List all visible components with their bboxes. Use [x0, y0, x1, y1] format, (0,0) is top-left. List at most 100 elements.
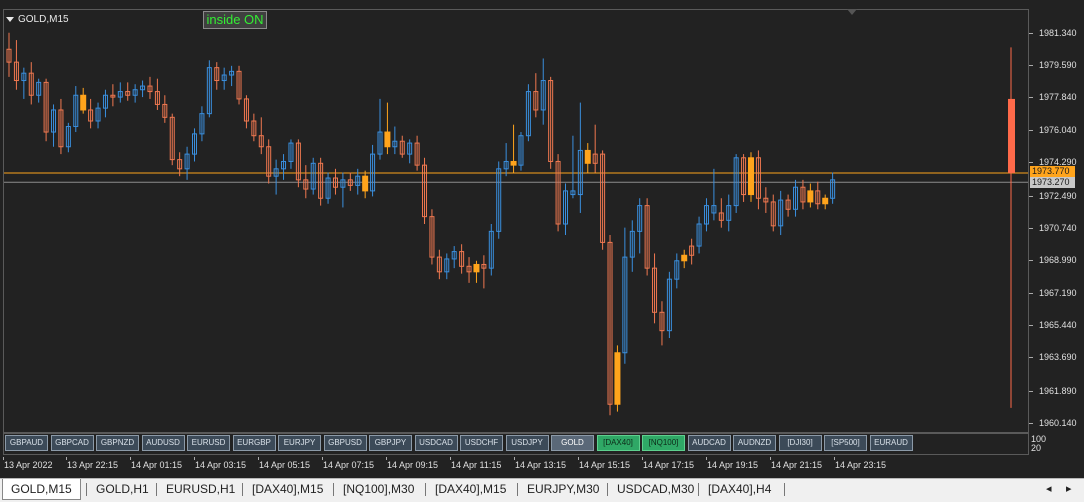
- tab-separator: [784, 483, 785, 496]
- symbol-button-gold[interactable]: GOLD: [551, 435, 594, 451]
- symbol-button-eurgbp[interactable]: EURGBP: [232, 435, 276, 451]
- price-label: 1965.440: [1039, 320, 1077, 331]
- price-tick: [1029, 130, 1033, 132]
- symbol-button-nq100[interactable]: [NQ100]: [642, 435, 685, 451]
- price-label: 1972.490: [1039, 190, 1077, 201]
- candle-body: [748, 157, 754, 196]
- symbol-button-audnzd[interactable]: AUDNZD: [733, 435, 776, 451]
- time-label: 14 Apr 13:15: [515, 460, 567, 470]
- chart-tab[interactable]: [NQ100],M30: [335, 481, 422, 498]
- chart-title-label: GOLD,M15: [18, 14, 69, 25]
- tab-separator: [517, 483, 518, 496]
- time-label: 14 Apr 23:15: [835, 460, 887, 470]
- chart-tab[interactable]: [DAX40],M15: [244, 481, 331, 498]
- time-label: 14 Apr 15:15: [579, 460, 631, 470]
- chart-tab[interactable]: EURJPY,M30: [519, 481, 607, 498]
- chart-tab-bar: GOLD,M15 GOLD,H1 EURUSD,H1 [DAX40],M15 [NQ10…: [0, 478, 1084, 502]
- price-tick: [1029, 162, 1033, 164]
- subwindow-axis-label: 20: [1031, 443, 1042, 453]
- symbol-button-euraud[interactable]: EURAUD: [869, 435, 913, 451]
- chart-tab[interactable]: GOLD,M15: [2, 479, 81, 500]
- price-tick: [1029, 357, 1033, 359]
- tab-separator: [156, 483, 157, 496]
- symbol-button-sp500[interactable]: [SP500]: [824, 435, 867, 451]
- time-label: 14 Apr 09:15: [387, 460, 439, 470]
- price-label: 1968.990: [1039, 254, 1077, 265]
- price-tick: [1029, 195, 1033, 197]
- price-label: 1977.840: [1039, 92, 1077, 103]
- chart-window[interactable]: GOLD,M15 inside ON 1981.340 1979.590 1977.…: [0, 0, 1084, 478]
- chart-shift-marker-icon[interactable]: [847, 9, 857, 15]
- symbol-button-gbpusd[interactable]: GBPUSD: [323, 435, 367, 451]
- candle-body: [510, 160, 517, 166]
- time-label: 14 Apr 01:15: [131, 460, 183, 470]
- time-axis: 13 Apr 2022 13 Apr 22:15 14 Apr 01:15 14 Ap…: [3, 457, 1029, 477]
- candle-body: [473, 263, 480, 273]
- price-label: 1970.740: [1039, 222, 1077, 233]
- symbol-button-gbpnzd[interactable]: GBPNZD: [96, 435, 139, 451]
- subwindow-axis: 100 20: [1031, 435, 1046, 453]
- ask-price-tag: 1973.770: [1030, 166, 1075, 178]
- symbol-button-gbpaud[interactable]: GBPAUD: [5, 435, 48, 451]
- candle-body: [362, 175, 369, 192]
- symbol-button-audcad[interactable]: AUDCAD: [687, 435, 731, 451]
- price-tick: [1029, 97, 1033, 99]
- price-label: 1976.040: [1039, 125, 1077, 136]
- symbol-button-usdjpy[interactable]: USDJPY: [505, 435, 549, 451]
- price-tick: [1029, 422, 1033, 424]
- chart-title: GOLD,M15: [6, 14, 69, 25]
- tab-separator: [333, 483, 334, 496]
- tab-separator: [607, 483, 608, 496]
- time-label: 14 Apr 21:15: [771, 460, 823, 470]
- inside-toggle-button[interactable]: inside ON: [203, 11, 267, 29]
- tab-separator: [698, 483, 699, 496]
- tab-separator: [425, 483, 426, 496]
- candle-body: [681, 254, 688, 262]
- current-bar-body: [1008, 98, 1015, 174]
- price-tick: [1029, 259, 1033, 261]
- chart-tab[interactable]: EURUSD,H1: [158, 481, 243, 498]
- symbol-button-usdcad[interactable]: USDCAD: [414, 435, 458, 451]
- chart-tab[interactable]: [DAX40],M15: [427, 481, 514, 498]
- candle-body: [807, 190, 814, 203]
- price-label: 1961.890: [1039, 385, 1077, 396]
- price-tick: [1029, 32, 1033, 34]
- time-label: 14 Apr 11:15: [451, 460, 502, 470]
- price-tick: [1029, 65, 1033, 66]
- tab-separator: [86, 483, 87, 496]
- scroll-tabs-left-icon[interactable]: ◂: [1046, 482, 1052, 495]
- symbol-button-gbpcad[interactable]: GBPCAD: [50, 435, 94, 451]
- time-label: 14 Apr 03:15: [195, 460, 247, 470]
- time-label: 14 Apr 19:15: [707, 460, 759, 470]
- price-chart[interactable]: [3, 9, 1029, 433]
- symbol-button-audusd[interactable]: AUDUSD: [141, 435, 185, 451]
- symbol-button-dji30[interactable]: [DJI30]: [778, 435, 822, 451]
- symbol-button-usdchf[interactable]: USDCHF: [460, 435, 503, 451]
- price-tick: [1029, 325, 1033, 327]
- chart-tab[interactable]: USDCAD,M30: [609, 481, 702, 498]
- price-tick: [1029, 227, 1033, 229]
- time-label: 13 Apr 2022: [4, 460, 53, 470]
- price-tick: [1029, 390, 1033, 392]
- scroll-tabs-right-icon[interactable]: ▸: [1066, 482, 1072, 495]
- price-label: 1979.590: [1039, 60, 1077, 70]
- dropdown-triangle-icon[interactable]: [6, 17, 14, 22]
- candle-body: [384, 131, 391, 148]
- price-label: 1960.140: [1039, 417, 1077, 428]
- chart-tab[interactable]: GOLD,H1: [88, 481, 157, 498]
- price-tick: [1029, 293, 1033, 295]
- price-label: 1963.690: [1039, 352, 1077, 363]
- chart-tab[interactable]: [DAX40],H4: [700, 481, 779, 498]
- symbol-button-gbpjpy[interactable]: GBPJPY: [369, 435, 412, 451]
- symbol-button-eurusd[interactable]: EURUSD: [187, 435, 230, 451]
- candle-body: [614, 352, 621, 405]
- candle-body: [584, 149, 591, 164]
- time-label: 14 Apr 17:15: [643, 460, 695, 470]
- price-label: 1967.190: [1039, 288, 1077, 299]
- symbol-button-dax40[interactable]: [DAX40]: [596, 435, 640, 451]
- candle-body: [80, 94, 87, 111]
- bid-price-tag: 1973.270: [1030, 177, 1075, 189]
- tab-separator: [242, 483, 243, 496]
- symbol-button-eurjpy[interactable]: EURJPY: [278, 435, 321, 451]
- price-axis: 1981.340 1979.590 1977.840 1976.040 1974.290…: [1029, 9, 1084, 433]
